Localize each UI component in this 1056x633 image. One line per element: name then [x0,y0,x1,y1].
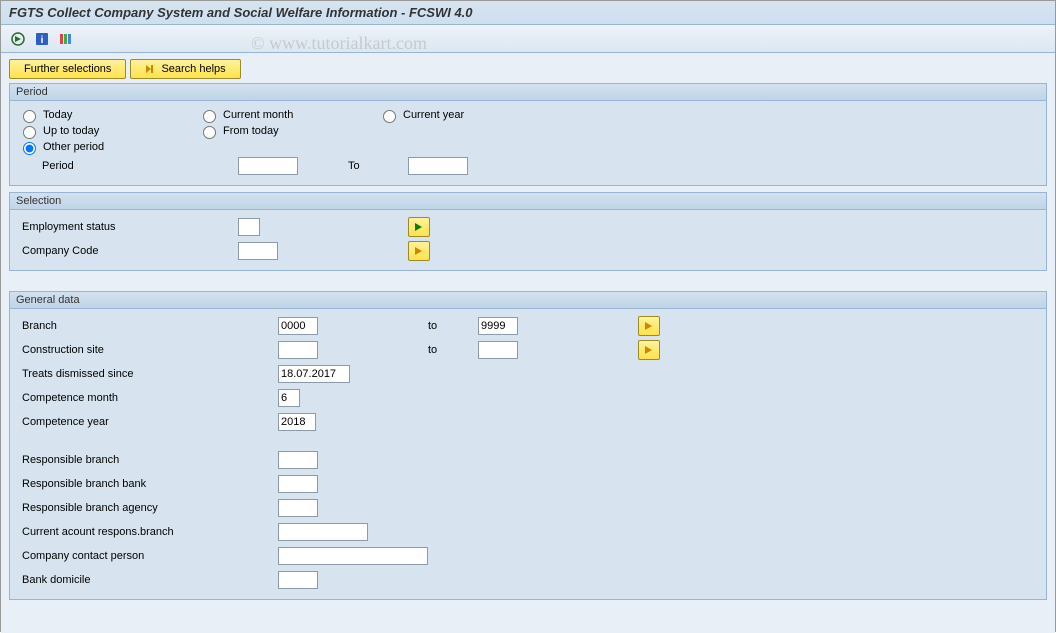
bank-domicile-input[interactable] [278,571,318,589]
search-helps-button[interactable]: Search helps [130,59,240,79]
arrow-right-green-icon [414,222,424,232]
arrow-right-icon [644,345,654,355]
branch-to-input[interactable] [478,317,518,335]
competence-year-input[interactable] [278,413,316,431]
construction-site-label: Construction site [18,344,278,356]
period-to-label: To [348,160,360,172]
responsible-branch-bank-input[interactable] [278,475,318,493]
selection-group: Selection Employment status Company Code [9,192,1047,271]
competence-month-input[interactable] [278,389,300,407]
current-account-input[interactable] [278,523,368,541]
company-contact-label: Company contact person [18,550,278,562]
employment-status-label: Employment status [18,221,238,233]
treats-dismissed-input[interactable] [278,365,350,383]
construction-site-to-label: to [428,344,437,356]
bank-domicile-label: Bank domicile [18,574,278,586]
svg-text:i: i [41,35,44,46]
content-area: Further selections Search helps Period T… [1,53,1055,633]
period-group: Period Today Up to today Other period Cu… [9,83,1047,186]
radio-current-year-label: Current year [403,109,464,121]
radio-other-period-label: Other period [43,141,104,153]
radio-current-year[interactable] [383,110,396,123]
responsible-branch-agency-input[interactable] [278,499,318,517]
top-button-row: Further selections Search helps [9,59,1047,79]
arrow-right-icon [644,321,654,331]
period-label: Period [18,160,238,172]
execute-icon[interactable] [9,30,27,48]
general-data-group-title: General data [10,292,1046,309]
branch-label: Branch [18,320,278,332]
radio-from-today[interactable] [203,126,216,139]
responsible-branch-label: Responsible branch [18,454,278,466]
treats-dismissed-label: Treats dismissed since [18,368,278,380]
period-group-title: Period [10,84,1046,101]
period-to-input[interactable] [408,157,468,175]
arrow-right-icon [145,64,155,74]
construction-site-to-input[interactable] [478,341,518,359]
competence-month-label: Competence month [18,392,278,404]
radio-current-month[interactable] [203,110,216,123]
search-helps-label: Search helps [161,63,225,75]
radio-other-period[interactable] [23,142,36,155]
employment-status-multisel-button[interactable] [408,217,430,237]
period-from-input[interactable] [238,157,298,175]
radio-today-label: Today [43,109,72,121]
radio-up-to-today-label: Up to today [43,125,99,137]
variant-icon[interactable] [57,30,75,48]
further-selections-button[interactable]: Further selections [9,59,126,79]
construction-site-from-input[interactable] [278,341,318,359]
employment-status-input[interactable] [238,218,260,236]
responsible-branch-agency-label: Responsible branch agency [18,502,278,514]
branch-multisel-button[interactable] [638,316,660,336]
info-icon[interactable]: i [33,30,51,48]
general-data-group: General data Branch to Construction site… [9,291,1047,600]
current-account-label: Current acount respons.branch [18,526,278,538]
company-code-label: Company Code [18,245,238,257]
app-toolbar: i [1,25,1055,53]
radio-current-month-label: Current month [223,109,293,121]
arrow-right-icon [414,246,424,256]
construction-site-multisel-button[interactable] [638,340,660,360]
radio-from-today-label: From today [223,125,279,137]
radio-today[interactable] [23,110,36,123]
further-selections-label: Further selections [24,63,111,75]
company-code-multisel-button[interactable] [408,241,430,261]
company-contact-input[interactable] [278,547,428,565]
radio-up-to-today[interactable] [23,126,36,139]
window-title: FGTS Collect Company System and Social W… [1,1,1055,25]
company-code-input[interactable] [238,242,278,260]
branch-from-input[interactable] [278,317,318,335]
selection-group-title: Selection [10,193,1046,210]
responsible-branch-bank-label: Responsible branch bank [18,478,278,490]
branch-to-label: to [428,320,437,332]
competence-year-label: Competence year [18,416,278,428]
responsible-branch-input[interactable] [278,451,318,469]
